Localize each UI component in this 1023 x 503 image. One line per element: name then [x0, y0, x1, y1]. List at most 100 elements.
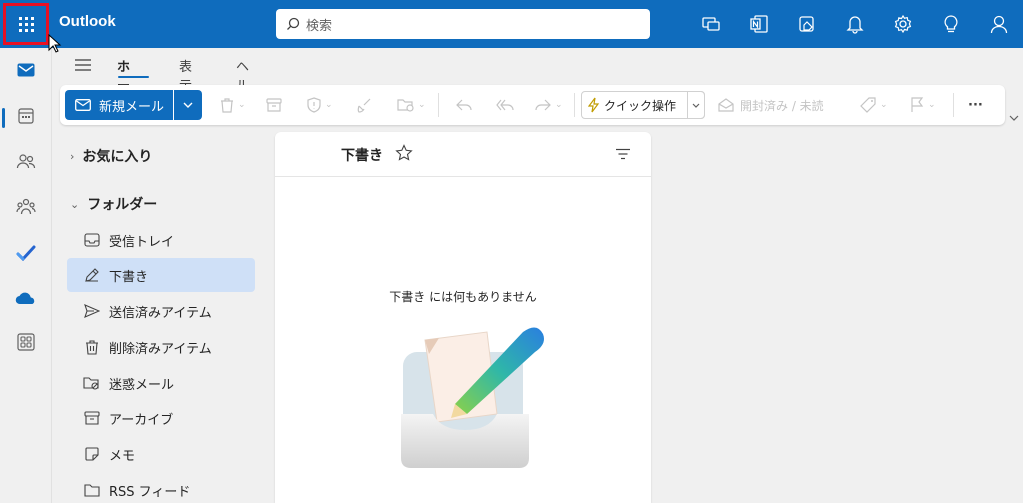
- sweep-button[interactable]: [356, 95, 372, 115]
- forward-button[interactable]: ⌄: [535, 95, 563, 115]
- note-icon: [83, 445, 101, 463]
- hamburger-icon[interactable]: [74, 58, 92, 76]
- chevron-right-icon: ›: [70, 149, 75, 163]
- forward-icon: [535, 99, 551, 111]
- person-icon[interactable]: [987, 12, 1011, 36]
- folder-junk[interactable]: 迷惑メール: [67, 366, 255, 400]
- chevron-down-icon: [183, 102, 193, 108]
- tag-icon: [860, 97, 876, 113]
- rail-selection-indicator: [2, 108, 5, 128]
- mouse-cursor-icon: [48, 33, 64, 58]
- new-mail-button[interactable]: 新規メール: [65, 90, 173, 120]
- ribbon-toolbar: 新規メール ⌄ ⌄ ⌄ ⌄ クイック操作 開封済み / 未読 ⌄ ⌄ ···: [60, 85, 1005, 125]
- feedback-icon[interactable]: [795, 12, 819, 36]
- chevron-down-icon[interactable]: [1009, 110, 1019, 125]
- my-day-icon[interactable]: [699, 12, 723, 36]
- message-list-header: 下書き: [275, 132, 651, 177]
- onedrive-icon[interactable]: [10, 282, 42, 314]
- delete-button[interactable]: ⌄: [220, 95, 246, 115]
- folder-inbox[interactable]: 受信トレイ: [67, 223, 255, 257]
- apps-icon[interactable]: [10, 326, 42, 358]
- folder-label: 下書き: [109, 269, 149, 285]
- folder-sent[interactable]: 送信済みアイテム: [67, 294, 255, 328]
- shield-icon: [307, 97, 321, 113]
- quick-steps-button[interactable]: クイック操作: [581, 91, 705, 119]
- drafts-icon: [83, 266, 101, 284]
- top-bar: Outlook 検索: [0, 0, 1023, 48]
- app-title[interactable]: Outlook: [59, 13, 116, 30]
- folder-label: RSS フィード: [109, 484, 191, 500]
- quick-steps-label: クイック操作: [604, 98, 677, 113]
- folders-label: フォルダー: [87, 197, 158, 213]
- mark-read-label: 開封済み / 未読: [740, 98, 824, 113]
- empty-drafts-illustration: [395, 322, 555, 476]
- todo-icon[interactable]: [10, 237, 42, 269]
- groups-icon[interactable]: [10, 191, 42, 223]
- envelope-open-icon: [718, 98, 734, 112]
- mark-read-button[interactable]: 開封済み / 未読: [718, 95, 824, 115]
- reply-all-button[interactable]: [496, 95, 514, 115]
- flag-button[interactable]: ⌄: [910, 95, 936, 115]
- calendar-icon[interactable]: [10, 100, 42, 132]
- junk-icon: [83, 374, 101, 392]
- trash-icon: [221, 98, 233, 113]
- trash-icon: [83, 338, 101, 356]
- message-list-title: 下書き: [341, 148, 383, 164]
- reply-button[interactable]: [456, 95, 472, 115]
- folder-notes[interactable]: メモ: [67, 437, 255, 471]
- lightning-icon: [588, 97, 600, 113]
- favorites-label: お気に入り: [82, 149, 153, 165]
- folder-label: 削除済みアイテム: [109, 341, 212, 357]
- folder-drafts[interactable]: 下書き: [67, 258, 255, 292]
- chevron-down-icon: [692, 103, 700, 108]
- onenote-icon[interactable]: [747, 12, 771, 36]
- folder-deleted[interactable]: 削除済みアイテム: [67, 330, 255, 364]
- gear-icon[interactable]: [891, 12, 915, 36]
- filter-icon[interactable]: [615, 148, 631, 164]
- ribbon-separator: [574, 93, 575, 117]
- sent-icon: [83, 302, 101, 320]
- active-tab-indicator: [118, 76, 149, 78]
- ribbon-separator: [438, 93, 439, 117]
- ribbon-separator: [953, 93, 954, 117]
- reply-icon: [456, 99, 472, 111]
- highlight-box: [3, 3, 49, 45]
- app-rail: [0, 48, 52, 503]
- new-mail-label: 新規メール: [99, 99, 165, 115]
- message-list-pane: 下書き 下書き には何もありません: [275, 132, 651, 503]
- lightbulb-icon[interactable]: [939, 12, 963, 36]
- mail-icon: [75, 99, 91, 111]
- folders-section[interactable]: ⌄ フォルダー: [70, 194, 157, 214]
- folder-label: 送信済みアイテム: [109, 305, 212, 321]
- people-icon[interactable]: [10, 145, 42, 177]
- folder-label: 受信トレイ: [109, 234, 175, 250]
- search-placeholder: 検索: [306, 18, 333, 34]
- favorites-section[interactable]: › お気に入り: [70, 146, 152, 166]
- tag-button[interactable]: ⌄: [860, 95, 888, 115]
- folder-label: 迷惑メール: [109, 377, 175, 393]
- archive-icon: [83, 409, 101, 427]
- folder-label: メモ: [109, 448, 136, 464]
- rss-folder-icon: [83, 481, 101, 499]
- folder-label: アーカイブ: [109, 412, 174, 428]
- search-box[interactable]: 検索: [276, 9, 650, 39]
- new-mail-dropdown[interactable]: [174, 90, 202, 120]
- chevron-down-icon: ⌄: [70, 197, 80, 211]
- mail-icon[interactable]: [10, 54, 42, 86]
- star-icon[interactable]: [395, 144, 413, 166]
- empty-state-text: 下書き には何もありません: [389, 290, 537, 304]
- folder-rss[interactable]: RSS フィード: [67, 473, 255, 503]
- folder-archive[interactable]: アーカイブ: [67, 401, 255, 435]
- flag-icon: [911, 97, 924, 112]
- quick-steps-dropdown[interactable]: [687, 91, 705, 119]
- search-icon: [287, 17, 300, 30]
- inbox-icon: [83, 231, 101, 249]
- archive-icon: [266, 98, 282, 112]
- more-options-button[interactable]: ···: [968, 95, 983, 115]
- folder-move-icon: [397, 99, 414, 112]
- reply-all-icon: [496, 99, 514, 111]
- archive-button[interactable]: [266, 95, 282, 115]
- bell-icon[interactable]: [843, 12, 867, 36]
- move-to-button[interactable]: ⌄: [397, 95, 426, 115]
- report-button[interactable]: ⌄: [307, 95, 333, 115]
